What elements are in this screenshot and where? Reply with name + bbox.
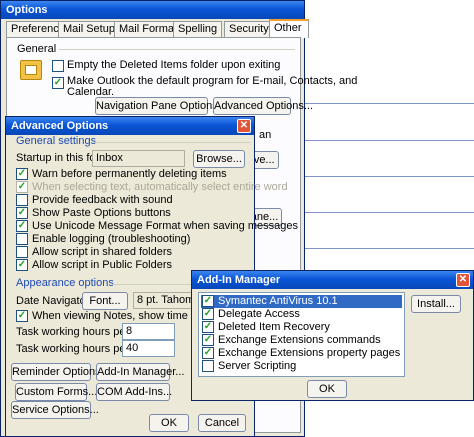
advanced-checkbox[interactable] bbox=[16, 194, 28, 206]
addin-list-item[interactable]: ✓ Exchange Extensions commands bbox=[201, 334, 402, 347]
tab-mail-setup[interactable]: Mail Setup bbox=[58, 21, 120, 37]
addin-close-icon[interactable]: ✕ bbox=[456, 273, 470, 287]
addin-list-item[interactable]: ✓ Exchange Extensions property pages bbox=[201, 347, 402, 360]
appearance-options-label: Appearance options bbox=[16, 277, 114, 289]
rule-line bbox=[305, 176, 474, 177]
task-hours-week-input[interactable]: 40 bbox=[122, 340, 175, 357]
advanced-checkbox-label: Show Paste Options buttons bbox=[32, 207, 171, 219]
addin-item-checkbox[interactable]: ✓ bbox=[202, 295, 214, 307]
notes-time-date-checkbox[interactable]: ✓ bbox=[16, 310, 28, 322]
tab-security[interactable]: Security bbox=[224, 21, 274, 37]
tab-other[interactable]: Other bbox=[269, 19, 309, 38]
reminder-options-button[interactable]: Reminder Options... bbox=[11, 363, 110, 381]
advanced-options-button[interactable]: Advanced Options... bbox=[213, 97, 313, 115]
add-in-manager-window: Add-In Manager ✕ ✓ Symantec AntiVirus 10.… bbox=[191, 270, 474, 401]
install-button[interactable]: Install... bbox=[411, 295, 461, 313]
addin-list-item[interactable]: ✓ Deleted Item Recovery bbox=[201, 321, 402, 334]
advanced-checkbox[interactable] bbox=[16, 246, 28, 258]
section-divider bbox=[92, 142, 250, 143]
general-section-label: General bbox=[17, 43, 57, 55]
advanced-checkbox-label: Enable logging (troubleshooting) bbox=[32, 233, 191, 245]
advanced-checkbox[interactable] bbox=[16, 233, 28, 245]
advanced-checkbox[interactable]: ✓ bbox=[16, 220, 28, 232]
startup-folder-field: Inbox bbox=[92, 150, 185, 167]
rule-line bbox=[305, 103, 474, 104]
task-hours-day-input[interactable]: 8 bbox=[122, 323, 175, 340]
empty-deleted-label: Empty the Deleted Items folder upon exit… bbox=[67, 59, 281, 71]
advanced-checkbox-label: Allow script in shared folders bbox=[32, 246, 173, 258]
service-options-button[interactable]: Service Options... bbox=[11, 401, 99, 419]
tab-mail-format[interactable]: Mail Format bbox=[114, 21, 183, 37]
rule-line bbox=[305, 248, 474, 249]
addin-item-label: Symantec AntiVirus 10.1 bbox=[218, 295, 338, 307]
addin-item-checkbox[interactable] bbox=[202, 360, 214, 372]
rule-line bbox=[305, 140, 474, 141]
advanced-checkbox[interactable]: ✓ bbox=[16, 259, 28, 271]
addin-item-checkbox[interactable]: ✓ bbox=[202, 347, 214, 359]
addin-item-label: Delegate Access bbox=[218, 308, 300, 320]
advanced-checkbox: ✓ bbox=[16, 181, 28, 193]
addin-item-label: Deleted Item Recovery bbox=[218, 321, 330, 333]
advanced-checkbox-label: When selecting text, automatically selec… bbox=[32, 181, 288, 193]
options-titlebar: Options bbox=[1, 1, 304, 19]
addin-item-label: Exchange Extensions commands bbox=[218, 334, 381, 346]
addin-item-label: Server Scripting bbox=[218, 360, 297, 372]
date-navigator-label: Date Navigator: bbox=[16, 295, 93, 307]
section-divider bbox=[59, 49, 295, 50]
advanced-checkbox[interactable]: ✓ bbox=[16, 207, 28, 219]
add-in-manager-button[interactable]: Add-In Manager... bbox=[96, 363, 184, 381]
com-add-ins-button[interactable]: COM Add-Ins... bbox=[96, 383, 172, 401]
custom-forms-button[interactable]: Custom Forms... bbox=[15, 383, 97, 401]
mail-envelope-icon bbox=[20, 60, 42, 80]
addin-list-item[interactable]: ✓ Symantec AntiVirus 10.1 bbox=[201, 295, 402, 308]
advanced-checkbox-label: Use Unicode Message Format when saving m… bbox=[32, 220, 298, 232]
addin-titlebar: Add-In Manager bbox=[192, 271, 473, 289]
rule-line bbox=[305, 212, 474, 213]
empty-deleted-checkbox[interactable] bbox=[52, 60, 64, 72]
addin-item-label: Exchange Extensions property pages bbox=[218, 347, 401, 359]
advanced-checkbox-label: Allow script in Public Folders bbox=[32, 259, 172, 271]
envelope-paper-shape bbox=[25, 65, 37, 75]
advanced-ok-button[interactable]: OK bbox=[149, 414, 189, 432]
browse-button[interactable]: Browse... bbox=[193, 150, 245, 168]
addin-ok-button[interactable]: OK bbox=[307, 380, 347, 398]
advanced-checkbox[interactable]: ✓ bbox=[16, 168, 28, 180]
font-button[interactable]: Font... bbox=[82, 292, 128, 310]
addin-title: Add-In Manager bbox=[197, 274, 281, 286]
addin-item-checkbox[interactable]: ✓ bbox=[202, 334, 214, 346]
advanced-checkbox-label: Provide feedback with sound bbox=[32, 194, 173, 206]
add-in-listbox[interactable]: ✓ Symantec AntiVirus 10.1 ✓ Delegate Access… bbox=[198, 292, 405, 377]
advanced-checkbox-label: Warn before permanently deleting items bbox=[32, 168, 227, 180]
default-program-checkbox[interactable]: ✓ bbox=[52, 77, 64, 89]
addin-item-checkbox[interactable]: ✓ bbox=[202, 321, 214, 333]
addin-item-checkbox[interactable]: ✓ bbox=[202, 308, 214, 320]
addin-list-item[interactable]: ✓ Delegate Access bbox=[201, 308, 402, 321]
partial-text: an bbox=[259, 129, 272, 141]
advanced-close-icon[interactable]: ✕ bbox=[237, 119, 251, 133]
advanced-title: Advanced Options bbox=[11, 120, 109, 132]
tab-spelling[interactable]: Spelling bbox=[173, 21, 223, 37]
navigation-pane-options-button[interactable]: Navigation Pane Options... bbox=[95, 97, 227, 115]
advanced-cancel-button[interactable]: Cancel bbox=[198, 414, 246, 432]
advanced-titlebar: Advanced Options bbox=[6, 117, 254, 135]
addin-list-item[interactable]: Server Scripting bbox=[201, 360, 402, 373]
general-settings-label: General settings bbox=[16, 135, 97, 147]
options-title: Options bbox=[6, 4, 48, 16]
